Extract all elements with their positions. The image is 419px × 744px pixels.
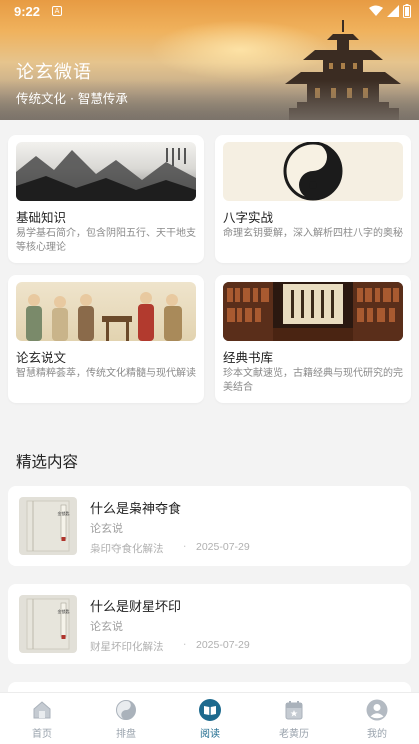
- nav-almanac[interactable]: 老黄历: [252, 693, 336, 744]
- nav-home[interactable]: 首页: [0, 693, 84, 744]
- sages-painting-image: [16, 282, 196, 341]
- nav-label: 首页: [32, 729, 52, 740]
- nav-label: 我的: [367, 729, 387, 740]
- hero-banner: 9:22 A 论玄微语 传统文化 · 智慧传承: [0, 0, 419, 120]
- section-title-featured: 精选内容: [16, 453, 79, 471]
- category-title: 八字实战: [223, 210, 274, 225]
- nav-label: 排盘: [116, 729, 136, 740]
- featured-title: 什么是财星坏印: [90, 600, 182, 615]
- featured-item[interactable]: 金锁匙 什么是枭神夺食 论玄说 枭印夺食化解法 · 2025-07-29: [8, 486, 411, 566]
- category-card-basics[interactable]: 基础知识 易学基石简介，包含阴阳五行、天干地支等核心理论: [8, 135, 204, 263]
- category-title: 经典书库: [223, 350, 274, 365]
- category-card-essays[interactable]: 论玄说文 智慧精粹荟萃，传统文化精髓与现代解读: [8, 275, 204, 403]
- status-bar: 9:22 A: [0, 0, 419, 24]
- category-desc: 珍本文献速览，古籍经典与现代研究的完美结合: [223, 368, 403, 393]
- featured-date: 2025-07-29: [196, 541, 250, 553]
- yin-yang-icon: [116, 700, 136, 720]
- category-desc: 命理玄钥要解，深入解析四柱八字的奥秘: [223, 228, 403, 239]
- svg-text:金锁匙: 金锁匙: [58, 510, 70, 516]
- category-title: 论玄说文: [16, 350, 67, 365]
- svg-text:金锁匙: 金锁匙: [58, 608, 70, 614]
- bottom-nav: 首页 排盘 阅读 老黄历 我的: [0, 692, 419, 744]
- nav-label: 老黄历: [279, 729, 309, 740]
- ink-mountains-image: [16, 142, 196, 201]
- category-card-bazi[interactable]: 八字实战 命理玄钥要解，深入解析四柱八字的奥秘: [215, 135, 411, 263]
- home-icon: [33, 701, 51, 719]
- nav-chart[interactable]: 排盘: [84, 693, 168, 744]
- book-icon: [199, 699, 221, 721]
- book-cover-image: 金锁匙: [19, 497, 77, 555]
- featured-date: 2025-07-29: [196, 639, 250, 651]
- featured-title: 什么是枭神夺食: [90, 502, 182, 517]
- calendar-icon: [285, 701, 303, 720]
- wifi-icon: [369, 5, 383, 16]
- yin-yang-image: [223, 142, 403, 201]
- battery-icon: [403, 4, 411, 18]
- profile-icon: [366, 699, 388, 721]
- hero-title: 论玄微语: [16, 62, 92, 83]
- hero-subtitle: 传统文化 · 智慧传承: [16, 91, 128, 106]
- category-title: 基础知识: [16, 210, 67, 225]
- featured-tag: 财星坏印化解法: [90, 641, 164, 653]
- featured-tag: 枭印夺食化解法: [90, 543, 164, 555]
- featured-author: 论玄说: [90, 620, 123, 633]
- library-image: [223, 282, 403, 341]
- notification-icon: A: [52, 6, 62, 16]
- category-card-library[interactable]: 经典书库 珍本文献速览，古籍经典与现代研究的完美结合: [215, 275, 411, 403]
- featured-author: 论玄说: [90, 522, 123, 535]
- category-desc: 易学基石简介，包含阴阳五行、天干地支等核心理论: [16, 228, 196, 253]
- status-time: 9:22: [14, 4, 41, 19]
- category-desc: 智慧精粹荟萃，传统文化精髓与现代解读: [16, 368, 196, 379]
- signal-icon: [387, 5, 399, 17]
- nav-label: 阅读: [200, 729, 220, 740]
- book-cover-image: 金锁匙: [19, 595, 77, 653]
- nav-reading[interactable]: 阅读: [168, 693, 252, 744]
- nav-profile[interactable]: 我的: [335, 693, 419, 744]
- featured-item[interactable]: 金锁匙 什么是财星坏印 论玄说 财星坏印化解法 · 2025-07-29: [8, 584, 411, 664]
